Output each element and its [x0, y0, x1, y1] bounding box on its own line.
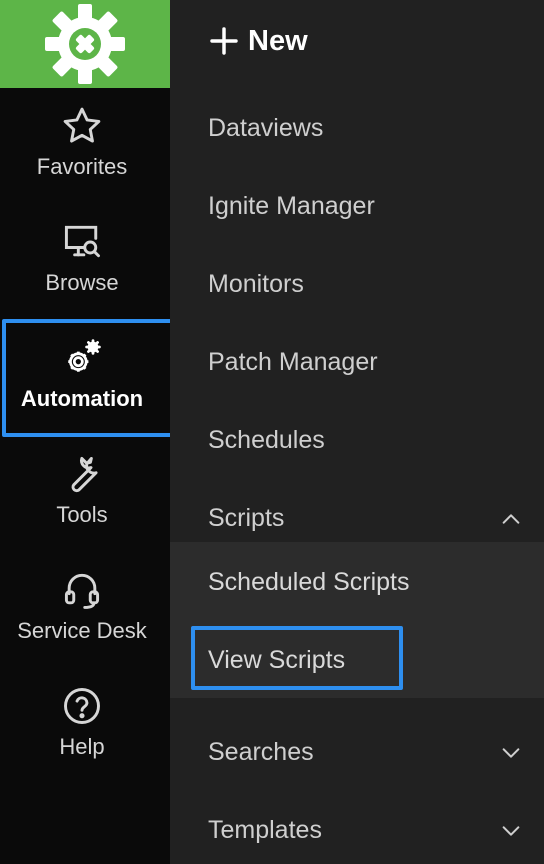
- submenu-item-view-scripts[interactable]: View Scripts: [170, 630, 544, 690]
- new-button-label: New: [248, 24, 308, 57]
- rail-item-label: Help: [59, 734, 105, 759]
- menu-item-templates[interactable]: Templates: [170, 800, 544, 860]
- menu-item-label: Scripts: [208, 503, 285, 532]
- monitor-search-icon: [60, 220, 104, 264]
- rail-item-label: Automation: [20, 386, 144, 411]
- submenu-item-scheduled-scripts[interactable]: Scheduled Scripts: [170, 552, 544, 612]
- gear-logo-icon: [45, 4, 125, 84]
- rail-item-favorites[interactable]: Favorites: [0, 104, 164, 214]
- submenu-item-label: View Scripts: [208, 645, 346, 674]
- menu-item-label: Ignite Manager: [208, 191, 375, 220]
- nav-rail: Favorites Browse Automation Tools Servic…: [0, 0, 170, 864]
- menu-item-ignite-manager[interactable]: Ignite Manager: [170, 176, 544, 236]
- wrench-icon: [60, 452, 104, 496]
- menu-item-label: Monitors: [208, 269, 304, 298]
- rail-item-tools[interactable]: Tools: [0, 452, 164, 562]
- rail-item-label: Tools: [56, 502, 108, 527]
- submenu-item-label: Scheduled Scripts: [208, 567, 410, 596]
- rail-item-label: Favorites: [36, 154, 128, 179]
- automation-menu: New Dataviews Ignite Manager Monitors Pa…: [170, 0, 544, 864]
- rail-item-service-desk[interactable]: Service Desk: [0, 568, 164, 678]
- menu-item-schedules[interactable]: Schedules: [170, 410, 544, 470]
- app-logo[interactable]: [0, 0, 170, 88]
- menu-item-label: Patch Manager: [208, 347, 378, 376]
- chevron-up-icon: [502, 514, 520, 524]
- rail-item-automation[interactable]: Automation: [0, 336, 164, 446]
- rail-item-help[interactable]: Help: [0, 684, 164, 794]
- menu-item-searches[interactable]: Searches: [170, 722, 544, 782]
- rail-item-browse[interactable]: Browse: [0, 220, 164, 330]
- headset-icon: [60, 568, 104, 612]
- rail-item-label: Browse: [45, 270, 119, 295]
- star-icon: [60, 104, 104, 148]
- chevron-down-icon: [502, 826, 520, 836]
- menu-item-dataviews[interactable]: Dataviews: [170, 98, 544, 158]
- menu-item-label: Schedules: [208, 425, 325, 454]
- menu-item-patch-manager[interactable]: Patch Manager: [170, 332, 544, 392]
- menu-item-label: Templates: [208, 815, 322, 844]
- menu-item-scripts[interactable]: Scripts: [170, 488, 544, 548]
- chevron-down-icon: [502, 748, 520, 758]
- gears-icon: [60, 336, 104, 380]
- help-circle-icon: [60, 684, 104, 728]
- new-button[interactable]: New: [208, 18, 308, 64]
- menu-item-label: Dataviews: [208, 113, 324, 142]
- menu-item-label: Searches: [208, 737, 314, 766]
- plus-icon: [210, 27, 238, 55]
- scripts-submenu: Scheduled Scripts View Scripts: [170, 542, 544, 698]
- rail-item-label: Service Desk: [17, 618, 147, 643]
- menu-item-monitors[interactable]: Monitors: [170, 254, 544, 314]
